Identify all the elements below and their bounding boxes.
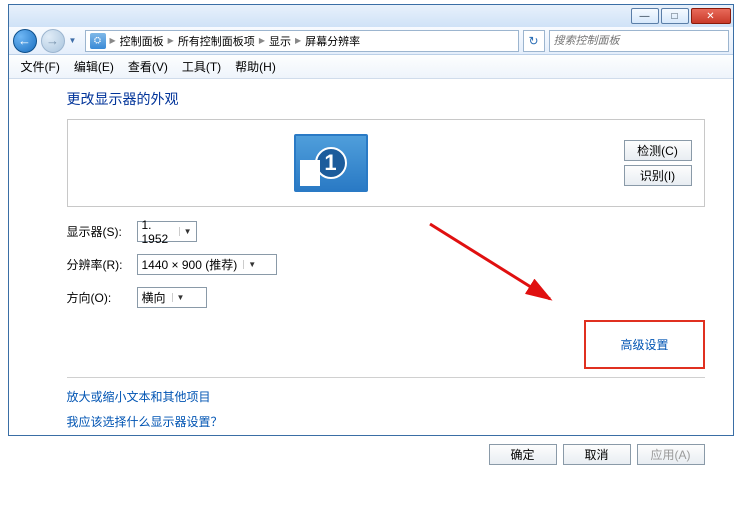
display-label: 显示器(S): — [67, 223, 137, 240]
advanced-settings-link[interactable]: 高级设置 — [620, 338, 668, 352]
detect-button[interactable]: 检测(C) — [624, 140, 692, 161]
chevron-down-icon: ▼ — [243, 260, 256, 269]
monitor-1-thumbnail[interactable] — [294, 134, 368, 192]
display-preview-box: 检测(C) 识别(I) — [67, 119, 705, 207]
cancel-button[interactable]: 取消 — [563, 444, 631, 465]
annotation-highlight-box: 高级设置 — [584, 320, 704, 369]
chevron-right-icon: ▶ — [257, 36, 267, 45]
menubar: 文件(F) 编辑(E) 查看(V) 工具(T) 帮助(H) — [9, 55, 733, 79]
crumb-level2[interactable]: 显示 — [269, 33, 291, 49]
titlebar: — □ ✕ — [9, 5, 733, 27]
resolution-label: 分辨率(R): — [67, 256, 137, 273]
menu-help[interactable]: 帮助(H) — [229, 56, 282, 77]
chevron-right-icon: ▶ — [166, 36, 176, 45]
close-button[interactable]: ✕ — [691, 8, 731, 24]
crumb-level1[interactable]: 所有控制面板项 — [178, 33, 255, 49]
address-bar[interactable]: ⛭ ▶ 控制面板 ▶ 所有控制面板项 ▶ 显示 ▶ 屏幕分辨率 — [85, 30, 519, 52]
display-dropdown[interactable]: 1. 1952 ▼ — [137, 221, 197, 242]
search-input[interactable] — [549, 30, 729, 52]
orientation-label: 方向(O): — [67, 289, 137, 306]
ok-button[interactable]: 确定 — [489, 444, 557, 465]
nav-toolbar: ← → ▼ ⛭ ▶ 控制面板 ▶ 所有控制面板项 ▶ 显示 ▶ 屏幕分辨率 ↻ — [9, 27, 733, 55]
apply-button[interactable]: 应用(A) — [637, 444, 705, 465]
crumb-root[interactable]: 控制面板 — [120, 33, 164, 49]
divider — [67, 377, 705, 378]
refresh-button[interactable]: ↻ — [523, 30, 545, 52]
chevron-right-icon: ▶ — [108, 36, 118, 45]
menu-edit[interactable]: 编辑(E) — [68, 56, 120, 77]
help-link[interactable]: 我应该选择什么显示器设置？ — [67, 413, 705, 430]
orientation-dropdown[interactable]: 横向 ▼ — [137, 287, 207, 308]
chevron-down-icon: ▼ — [179, 227, 192, 236]
text-size-link[interactable]: 放大或缩小文本和其他项目 — [67, 388, 705, 405]
menu-view[interactable]: 查看(V) — [122, 56, 174, 77]
menu-tools[interactable]: 工具(T) — [176, 56, 227, 77]
back-button[interactable]: ← — [13, 29, 37, 53]
display-value: 1. 1952 — [142, 218, 173, 246]
maximize-button[interactable]: □ — [661, 8, 689, 24]
page-title: 更改显示器的外观 — [67, 89, 705, 109]
control-panel-icon: ⛭ — [90, 33, 106, 49]
content-area: 更改显示器的外观 检测(C) 识别(I) 显示器(S): 1. 1952 ▼ 分… — [9, 79, 733, 475]
chevron-down-icon: ▼ — [172, 293, 185, 302]
chevron-right-icon: ▶ — [293, 36, 303, 45]
identify-button[interactable]: 识别(I) — [624, 165, 692, 186]
nav-history-dropdown[interactable]: ▼ — [69, 36, 81, 45]
minimize-button[interactable]: — — [631, 8, 659, 24]
forward-button[interactable]: → — [41, 29, 65, 53]
resolution-dropdown[interactable]: 1440 × 900 (推荐) ▼ — [137, 254, 277, 275]
menu-file[interactable]: 文件(F) — [15, 56, 66, 77]
monitor-secondary-thumbnail[interactable] — [364, 143, 404, 183]
resolution-value: 1440 × 900 (推荐) — [142, 256, 238, 273]
crumb-level3[interactable]: 屏幕分辨率 — [305, 33, 360, 49]
orientation-value: 横向 — [142, 289, 166, 306]
